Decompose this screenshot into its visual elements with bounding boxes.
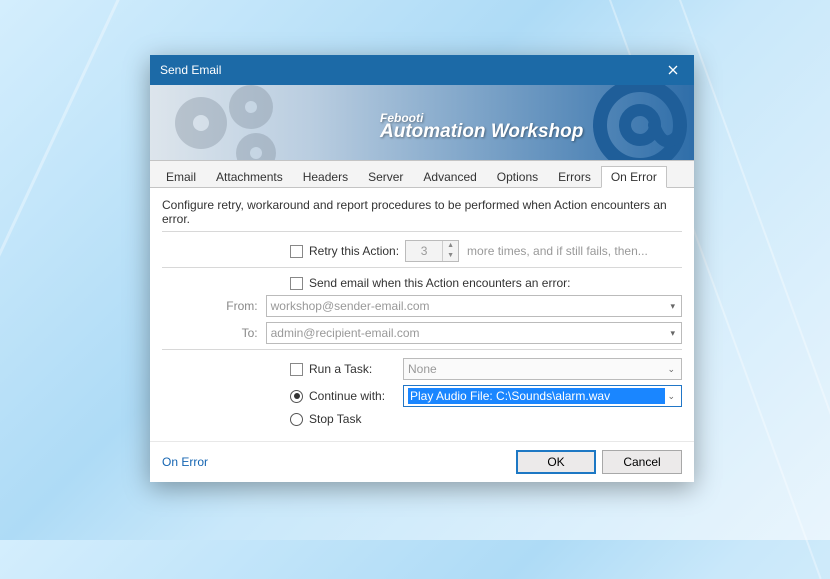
tab-advanced[interactable]: Advanced <box>413 166 486 188</box>
titlebar: Send Email <box>150 55 694 85</box>
from-row: From: workshop@sender-email.com ▾ <box>162 295 682 317</box>
description-text: Configure retry, workaround and report p… <box>162 198 682 226</box>
chevron-down-icon[interactable]: ⌄ <box>665 391 677 402</box>
retry-hint: more times, and if still fails, then... <box>467 244 648 258</box>
continue-radio[interactable] <box>290 390 303 403</box>
run-task-value: None <box>408 362 437 376</box>
stop-row: Stop Task <box>162 412 682 426</box>
run-task-checkbox[interactable] <box>290 363 303 376</box>
continue-row: Continue with: Play Audio File: C:\Sound… <box>162 385 682 407</box>
retry-count-input[interactable] <box>406 241 442 261</box>
tab-email[interactable]: Email <box>156 166 206 188</box>
continue-value: Play Audio File: C:\Sounds\alarm.wav <box>408 388 665 404</box>
stop-radio[interactable] <box>290 413 303 426</box>
from-field[interactable]: workshop@sender-email.com ▾ <box>266 295 682 317</box>
divider <box>162 267 682 268</box>
tab-errors[interactable]: Errors <box>548 166 601 188</box>
email-on-error-checkbox[interactable] <box>290 277 303 290</box>
to-value: admin@recipient-email.com <box>271 326 420 340</box>
retry-row: Retry this Action: ▲ ▼ more times, and i… <box>162 240 682 262</box>
continue-dropdown[interactable]: Play Audio File: C:\Sounds\alarm.wav ⌄ <box>403 385 682 407</box>
spinner-down-icon[interactable]: ▼ <box>443 251 458 261</box>
tab-on-error[interactable]: On Error <box>601 166 667 188</box>
from-label: From: <box>162 299 266 313</box>
run-task-dropdown[interactable]: None ⌄ <box>403 358 682 380</box>
divider <box>162 349 682 350</box>
close-button[interactable] <box>652 55 694 85</box>
spinner-up-icon[interactable]: ▲ <box>443 241 458 251</box>
chevron-down-icon[interactable]: ⌄ <box>665 364 677 375</box>
window-title: Send Email <box>160 63 221 77</box>
banner: Febooti Automation Workshop <box>150 85 694 161</box>
continue-label: Continue with: <box>309 389 403 403</box>
dialog-window: Send Email Febooti Automation Workshop E… <box>150 55 694 482</box>
retry-label: Retry this Action: <box>309 244 399 258</box>
tab-options[interactable]: Options <box>487 166 548 188</box>
gears-decoration <box>156 85 336 161</box>
tab-attachments[interactable]: Attachments <box>206 166 293 188</box>
divider <box>162 231 682 232</box>
footer: On Error OK Cancel <box>150 441 694 482</box>
run-task-row: Run a Task: None ⌄ <box>162 358 682 380</box>
from-value: workshop@sender-email.com <box>271 299 430 313</box>
tab-bar: Email Attachments Headers Server Advance… <box>150 161 694 188</box>
run-task-label: Run a Task: <box>309 362 403 376</box>
help-link[interactable]: On Error <box>162 455 208 469</box>
email-on-error-label: Send email when this Action encounters a… <box>309 276 570 290</box>
ok-button[interactable]: OK <box>516 450 596 474</box>
cancel-button[interactable]: Cancel <box>602 450 682 474</box>
retry-spinner[interactable]: ▲ ▼ <box>405 240 459 262</box>
to-field[interactable]: admin@recipient-email.com ▾ <box>266 322 682 344</box>
tab-headers[interactable]: Headers <box>293 166 358 188</box>
to-row: To: admin@recipient-email.com ▾ <box>162 322 682 344</box>
stop-label: Stop Task <box>309 412 361 426</box>
chevron-down-icon[interactable]: ▾ <box>668 301 677 312</box>
content-area: Configure retry, workaround and report p… <box>150 188 694 441</box>
tab-server[interactable]: Server <box>358 166 413 188</box>
brand-main: Automation Workshop <box>380 121 583 143</box>
chevron-down-icon[interactable]: ▾ <box>668 328 677 339</box>
email-on-error-row: Send email when this Action encounters a… <box>162 276 682 290</box>
retry-checkbox[interactable] <box>290 245 303 258</box>
at-sign-icon <box>582 85 692 161</box>
banner-text: Febooti Automation Workshop <box>380 111 583 143</box>
to-label: To: <box>162 326 266 340</box>
